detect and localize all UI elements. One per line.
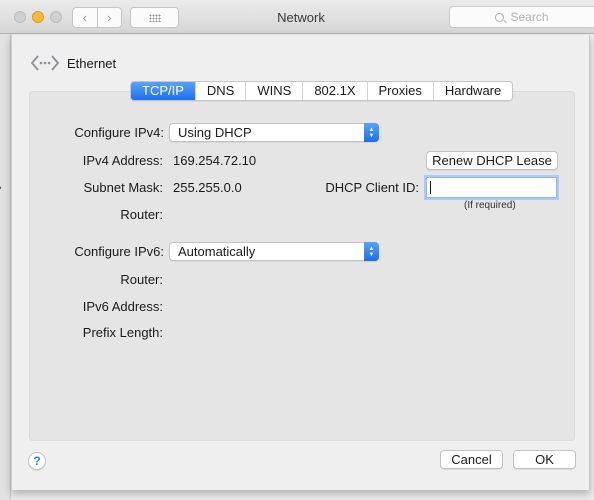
window-titlebar: ‹ › Network Search bbox=[0, 0, 594, 34]
subnet-mask-value: 255.255.0.0 bbox=[173, 180, 242, 195]
router-label: Router: bbox=[120, 207, 163, 222]
tab-bar: TCP/IP DNS WINS 802.1X Proxies Hardware bbox=[130, 81, 514, 101]
configure-ipv4-label: Configure IPv4: bbox=[74, 125, 164, 140]
help-button[interactable]: ? bbox=[28, 452, 46, 470]
select-stepper-icon: ▲ ▼ bbox=[364, 123, 379, 142]
configure-ipv6-value: Automatically bbox=[178, 244, 256, 259]
renew-dhcp-lease-button[interactable]: Renew DHCP Lease bbox=[426, 151, 558, 170]
ipv4-address-label: IPv4 Address: bbox=[82, 153, 163, 168]
ipv6-router-label: Router: bbox=[120, 272, 163, 287]
dhcp-client-id-input[interactable] bbox=[426, 177, 557, 198]
prefix-length-label: Prefix Length: bbox=[82, 325, 163, 340]
question-mark-icon: ? bbox=[33, 454, 41, 468]
advanced-settings-sheet: Ethernet TCP/IP DNS WINS 802.1X Proxies … bbox=[11, 35, 590, 490]
configure-ipv4-select[interactable]: Using DHCP ▲ ▼ bbox=[169, 123, 379, 142]
dhcp-client-id-label: DHCP Client ID: bbox=[325, 180, 419, 195]
search-input[interactable]: Search bbox=[449, 6, 594, 28]
background-window-edge: › bbox=[0, 34, 11, 500]
ethernet-icon bbox=[30, 55, 60, 71]
subnet-mask-label: Subnet Mask: bbox=[83, 180, 164, 195]
interface-header: Ethernet bbox=[30, 53, 116, 73]
ipv4-address-value: 169.254.72.10 bbox=[173, 153, 257, 168]
ipv6-address-label: IPv6 Address: bbox=[82, 299, 163, 314]
tab-wins[interactable]: WINS bbox=[245, 82, 303, 100]
cancel-button[interactable]: Cancel bbox=[440, 450, 503, 469]
chevron-icon: › bbox=[0, 182, 2, 194]
text-caret bbox=[430, 181, 431, 194]
search-icon bbox=[495, 12, 505, 22]
interface-name: Ethernet bbox=[67, 55, 117, 71]
tab-proxies[interactable]: Proxies bbox=[366, 82, 433, 100]
ok-button[interactable]: OK bbox=[513, 450, 576, 469]
configure-ipv6-select[interactable]: Automatically ▲ ▼ bbox=[169, 242, 379, 261]
tab-dns[interactable]: DNS bbox=[194, 82, 246, 100]
dhcp-client-id-hint: (If required) bbox=[464, 200, 516, 211]
configure-ipv4-value: Using DHCP bbox=[178, 125, 252, 140]
tab-tcpip[interactable]: TCP/IP bbox=[131, 82, 195, 100]
tab-8021x[interactable]: 802.1X bbox=[302, 82, 367, 100]
search-placeholder: Search bbox=[510, 10, 549, 24]
settings-panel bbox=[29, 91, 575, 441]
select-stepper-icon: ▲ ▼ bbox=[364, 242, 379, 261]
configure-ipv6-label: Configure IPv6: bbox=[74, 244, 164, 259]
tab-hardware[interactable]: Hardware bbox=[432, 82, 513, 100]
